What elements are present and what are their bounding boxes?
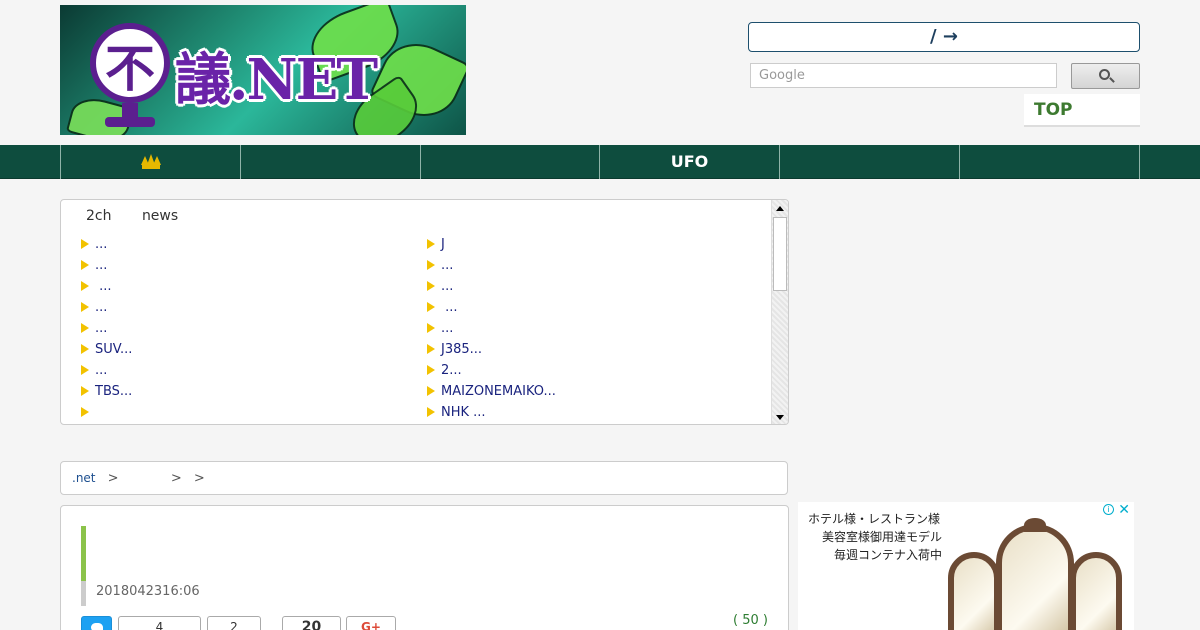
bullet-arrow-icon bbox=[81, 281, 89, 291]
list-item[interactable]: ... bbox=[81, 318, 132, 339]
nav-item-ranking[interactable] bbox=[60, 145, 240, 179]
bullet-arrow-icon bbox=[81, 386, 89, 396]
site-header: 不 議.NET / → Google TOP bbox=[0, 0, 1200, 145]
scrollbar-thumb[interactable] bbox=[773, 217, 787, 291]
scroll-up-icon[interactable] bbox=[776, 206, 784, 211]
comment-count[interactable]: ( 50 ) bbox=[733, 613, 768, 628]
top-link[interactable]: TOP bbox=[1024, 94, 1140, 127]
article-card: 2018042316:06 4 2 20 G+ ( 50 ) bbox=[60, 505, 789, 630]
list-item[interactable]: ... bbox=[81, 255, 132, 276]
article-date: 2018042316:06 bbox=[96, 584, 200, 599]
ad-mirror-image bbox=[946, 518, 1124, 630]
list-item[interactable]: ... bbox=[427, 318, 556, 339]
list-item[interactable]: ... bbox=[81, 297, 132, 318]
list-item[interactable]: ... bbox=[81, 234, 132, 255]
nav-item-5[interactable] bbox=[779, 145, 959, 179]
scroll-down-icon[interactable] bbox=[776, 415, 784, 420]
list-item[interactable]: SUV... bbox=[81, 339, 132, 360]
list-item[interactable]: ... bbox=[81, 276, 132, 297]
bullet-arrow-icon bbox=[427, 281, 435, 291]
bullet-arrow-icon bbox=[427, 260, 435, 270]
bullet-arrow-icon bbox=[81, 239, 89, 249]
article-meta-accent bbox=[81, 581, 86, 606]
article-title-accent bbox=[81, 526, 86, 581]
rss-scrollbar[interactable] bbox=[771, 200, 788, 424]
list-item[interactable]: ... bbox=[81, 360, 132, 381]
share-count-3[interactable]: 20 bbox=[282, 616, 341, 630]
bullet-arrow-icon bbox=[81, 323, 89, 333]
logo-emblem-glyph: 不 bbox=[105, 39, 155, 98]
twitter-share-button[interactable] bbox=[81, 616, 112, 630]
header-top-bar-link[interactable]: / → bbox=[748, 22, 1140, 52]
breadcrumb-separator: > bbox=[107, 471, 119, 486]
list-item[interactable]: MAIZONEMAIKO... bbox=[427, 381, 556, 402]
nav-divider bbox=[1139, 145, 1140, 179]
list-item[interactable]: TBS... bbox=[81, 381, 132, 402]
google-plus-share-button[interactable]: G+ bbox=[346, 616, 396, 630]
list-item[interactable] bbox=[81, 402, 132, 423]
crown-icon bbox=[140, 154, 162, 169]
share-count-1: 4 bbox=[118, 616, 201, 630]
rss-headline-box: 2ch news ... ... ... ... ... SUV... ... … bbox=[60, 199, 789, 425]
search-icon bbox=[1099, 69, 1110, 80]
page: 不 議.NET / → Google TOP UFO 2ch news ... … bbox=[0, 0, 1200, 630]
breadcrumb: .net > > > bbox=[60, 461, 788, 495]
ad-copy: ホテル様・レストラン様 美容室様御用達モデル 毎週コンテナ入荷中 bbox=[808, 512, 943, 562]
logo-title: 議.NET bbox=[175, 47, 378, 113]
bullet-arrow-icon bbox=[81, 407, 89, 417]
rss-right-column: J ... ... ... ... J385... 2... MAIZONEMA… bbox=[427, 234, 556, 423]
bullet-arrow-icon bbox=[81, 260, 89, 270]
breadcrumb-separator: > bbox=[170, 471, 182, 486]
list-item[interactable]: ... bbox=[427, 276, 556, 297]
rss-tabs: 2ch news bbox=[86, 208, 204, 224]
nav-item-ufo[interactable]: UFO bbox=[599, 145, 779, 179]
breadcrumb-home-link[interactable]: .net bbox=[72, 471, 96, 485]
rss-left-column: ... ... ... ... ... SUV... ... TBS... bbox=[81, 234, 132, 423]
twitter-icon bbox=[90, 623, 103, 630]
bullet-arrow-icon bbox=[427, 323, 435, 333]
tab-2ch[interactable]: 2ch bbox=[86, 208, 111, 224]
tab-news[interactable]: news bbox=[142, 208, 178, 224]
list-item[interactable]: 2... bbox=[427, 360, 556, 381]
share-count-2[interactable]: 2 bbox=[207, 616, 261, 630]
main-nav: UFO bbox=[0, 145, 1200, 179]
bullet-arrow-icon bbox=[81, 302, 89, 312]
list-item[interactable]: ... bbox=[427, 297, 556, 318]
close-icon[interactable]: ✕ bbox=[1118, 502, 1130, 518]
google-search-input[interactable]: Google bbox=[750, 63, 1057, 88]
bullet-arrow-icon bbox=[81, 344, 89, 354]
bullet-arrow-icon bbox=[427, 344, 435, 354]
nav-item-3[interactable] bbox=[420, 145, 600, 179]
breadcrumb-separator: > bbox=[193, 471, 205, 486]
ad-info-icon[interactable]: i bbox=[1103, 504, 1114, 515]
bullet-arrow-icon bbox=[427, 302, 435, 312]
bullet-arrow-icon bbox=[427, 407, 435, 417]
nav-item-2[interactable] bbox=[240, 145, 420, 179]
list-item[interactable]: J385... bbox=[427, 339, 556, 360]
advertisement[interactable]: ホテル様・レストラン様 美容室様御用達モデル 毎週コンテナ入荷中 i ✕ bbox=[798, 502, 1134, 630]
bullet-arrow-icon bbox=[81, 365, 89, 375]
google-search-button[interactable] bbox=[1071, 63, 1140, 89]
site-logo[interactable]: 不 議.NET bbox=[60, 5, 466, 135]
logo-emblem-base bbox=[105, 117, 155, 127]
bullet-arrow-icon bbox=[427, 239, 435, 249]
list-item[interactable]: J bbox=[427, 234, 556, 255]
nav-item-6[interactable] bbox=[959, 145, 1139, 179]
bullet-arrow-icon bbox=[427, 365, 435, 375]
list-item[interactable]: ... bbox=[427, 255, 556, 276]
list-item[interactable]: NHK ... bbox=[427, 402, 556, 423]
bullet-arrow-icon bbox=[427, 386, 435, 396]
